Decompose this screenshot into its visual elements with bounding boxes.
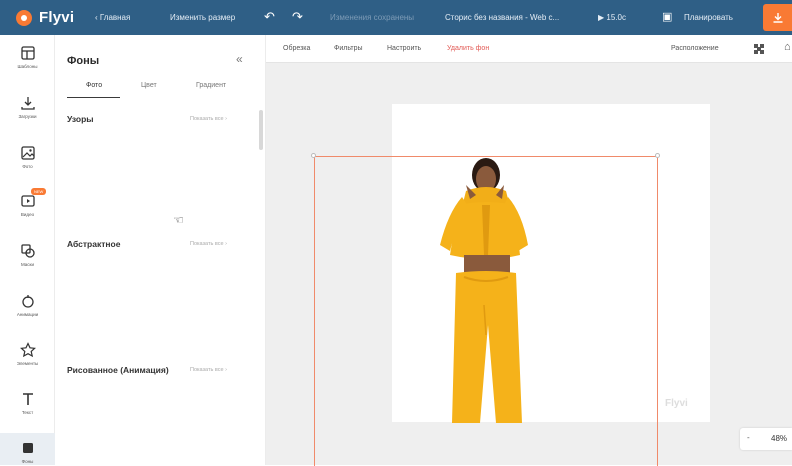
rail-item-text[interactable]: Текст	[0, 391, 55, 415]
lock-icon[interactable]: ⌂	[784, 41, 791, 53]
show-all-drawn[interactable]: Показать все ›	[190, 367, 227, 373]
position-button[interactable]: Расположение	[671, 45, 719, 52]
crop-button[interactable]: Обрезка	[283, 45, 310, 52]
rail-label: Анимации	[16, 312, 39, 317]
canvas-watermark: Flyvi	[665, 398, 688, 409]
rail-item-templates[interactable]: Шаблоны	[0, 45, 55, 69]
mouse-cursor-icon: ☜	[173, 213, 184, 227]
templates-icon	[20, 46, 35, 60]
panel-tabs: Фото Цвет Градиент	[56, 82, 266, 100]
adjust-button[interactable]: Настроить	[387, 45, 421, 52]
rail-label: Фоны	[21, 459, 34, 464]
save-status: Изменения сохранены	[330, 13, 415, 22]
rail-item-backgrounds[interactable]: Фоны	[0, 433, 55, 465]
show-all-abstract[interactable]: Показать все ›	[190, 241, 227, 247]
download-button[interactable]	[763, 4, 792, 31]
star-icon	[19, 342, 36, 358]
schedule-button[interactable]: Планировать	[684, 13, 733, 22]
rail-item-animation[interactable]: Анимации	[0, 293, 55, 317]
panel-title: Фоны	[67, 55, 100, 67]
backgrounds-panel: Фоны « Фото Цвет Градиент Узоры Показать…	[56, 35, 266, 465]
active-tab-underline	[67, 97, 120, 98]
rail-label: Видео	[20, 212, 35, 217]
transparency-icon[interactable]	[754, 44, 764, 54]
rail-label: Текст	[21, 410, 34, 415]
rail-label: Элементы	[16, 361, 39, 366]
redo-icon[interactable]: ↷	[292, 9, 303, 25]
panel-scrollbar[interactable]	[259, 110, 263, 150]
section-title-abstract: Абстрактное	[67, 239, 121, 249]
photo-icon	[20, 146, 35, 160]
top-bar: Flyvi ‹ Главная Изменить размер ↶ ↷ Изме…	[0, 0, 792, 35]
undo-icon[interactable]: ↶	[264, 9, 275, 25]
rail-item-photo[interactable]: Фото	[0, 145, 55, 169]
filters-button[interactable]: Фильтры	[334, 45, 363, 52]
zoom-control: - 48%	[740, 428, 792, 450]
section-title-patterns: Узоры	[67, 114, 94, 124]
masks-icon	[20, 244, 35, 258]
zoom-level[interactable]: 48%	[771, 434, 787, 443]
resize-handle[interactable]	[311, 153, 316, 158]
rail-item-masks[interactable]: Маски	[0, 243, 55, 267]
resize-button[interactable]: Изменить размер	[170, 13, 235, 22]
app-name: Flyvi	[39, 9, 75, 26]
tab-gradient[interactable]: Градиент	[196, 82, 226, 89]
calendar-icon: ▣	[662, 11, 673, 23]
resize-handle[interactable]	[655, 153, 660, 158]
document-title[interactable]: Сторис без названия - Web с...	[445, 13, 559, 22]
upload-icon	[20, 97, 35, 110]
rail-label: Шаблоны	[17, 64, 38, 69]
selection-frame[interactable]	[314, 156, 658, 466]
backgrounds-icon	[22, 443, 33, 453]
section-title-drawn: Рисованное (Анимация)	[67, 365, 169, 375]
tab-color[interactable]: Цвет	[141, 82, 157, 89]
home-link[interactable]: ‹ Главная	[95, 13, 130, 22]
rail-item-uploads[interactable]: Загрузки	[0, 95, 55, 119]
animation-icon	[21, 295, 34, 308]
duration: 15.0с	[606, 13, 626, 22]
rail-item-elements[interactable]: Элементы	[0, 342, 55, 366]
flyvi-logo-icon	[16, 9, 32, 26]
app-logo[interactable]: Flyvi	[16, 9, 74, 26]
left-rail: Шаблоны Загрузки Фото NEW Видео Маски Ан…	[0, 35, 55, 465]
collapse-panel-button[interactable]: «	[236, 52, 243, 66]
rail-label: Загрузки	[18, 114, 37, 119]
video-icon	[20, 195, 35, 207]
zoom-out-button[interactable]: -	[747, 433, 750, 442]
play-button[interactable]: ▶ 15.0с	[598, 13, 626, 22]
download-icon	[773, 12, 782, 23]
tab-photo[interactable]: Фото	[86, 82, 102, 89]
rail-label: Фото	[22, 164, 33, 169]
show-all-patterns[interactable]: Показать все ›	[190, 116, 227, 122]
text-icon	[22, 393, 33, 405]
new-badge: NEW	[31, 188, 47, 195]
rail-label: Маски	[20, 262, 35, 267]
image-toolbar: Обрезка Фильтры Настроить Удалить фон Ра…	[266, 35, 792, 63]
remove-background-button[interactable]: Удалить фон	[447, 45, 489, 52]
rail-item-video[interactable]: NEW Видео	[0, 188, 55, 217]
